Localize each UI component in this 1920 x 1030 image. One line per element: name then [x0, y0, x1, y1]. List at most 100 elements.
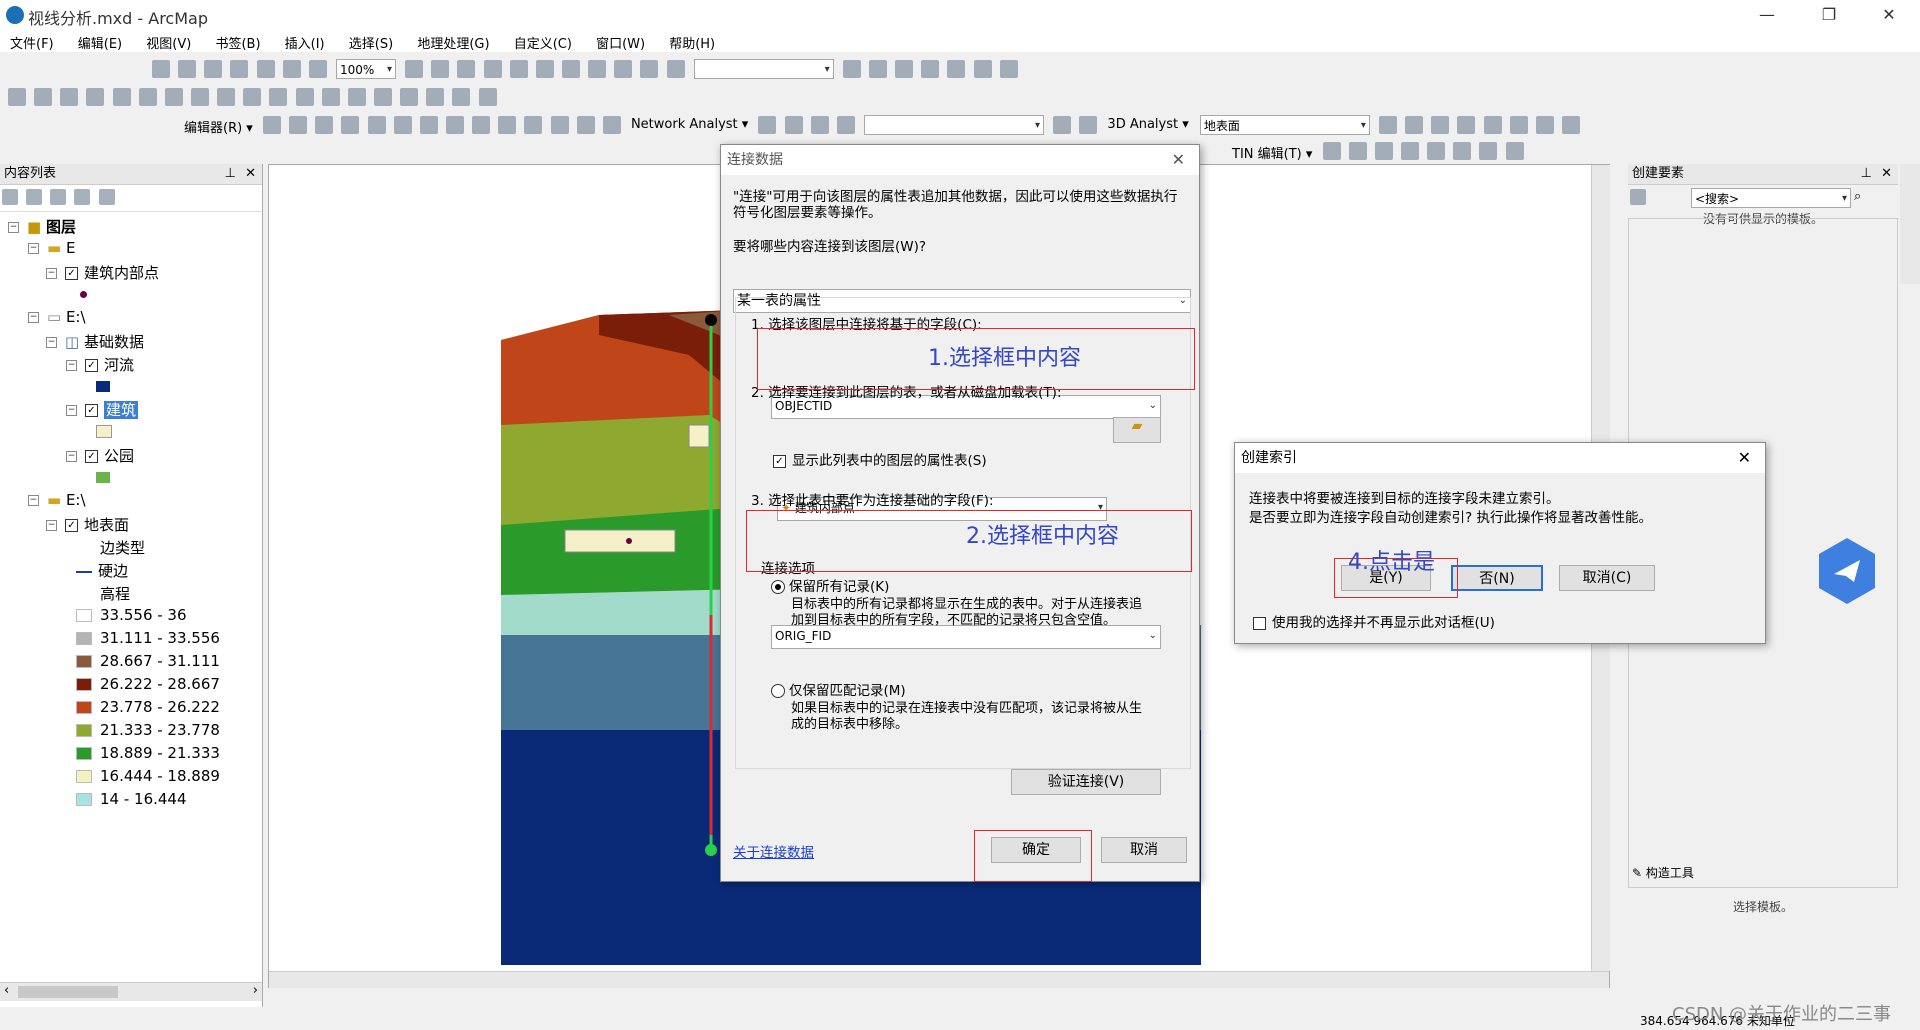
toc-group-e2[interactable]: − ▭ E:\ [28, 308, 86, 326]
zoom-combo[interactable]: 100% ▾ [335, 59, 396, 79]
about-joining-link[interactable]: 关于连接数据 [733, 841, 814, 861]
dont-show-again-checkbox[interactable] [1253, 616, 1266, 630]
collapse-icon[interactable]: − [66, 360, 77, 371]
scroll-left-icon[interactable]: ‹ [4, 983, 9, 998]
toc-group-e[interactable]: − ▬ E [28, 239, 75, 257]
sketch-properties-icon[interactable] [576, 116, 595, 134]
edit-annotation-icon[interactable] [289, 116, 308, 134]
visibility-checkbox[interactable]: ✓ [65, 519, 78, 532]
close-icon[interactable]: ✕ [1172, 145, 1185, 175]
menu-bookmarks[interactable]: 书签(B) [205, 30, 270, 52]
delete-icon[interactable] [588, 60, 607, 78]
search-window-icon[interactable] [921, 60, 940, 78]
directions-icon[interactable] [1079, 116, 1098, 134]
tin-move-node-icon[interactable] [1400, 142, 1419, 160]
model-builder-icon[interactable] [999, 60, 1018, 78]
layout-icon[interactable] [152, 60, 170, 78]
select-elements-icon[interactable] [269, 88, 288, 106]
straight-segment-icon[interactable] [315, 116, 334, 134]
menu-edit[interactable]: 编辑(E) [68, 30, 132, 52]
options-icon[interactable] [98, 189, 115, 205]
toc-layers-root[interactable]: − ■ 图层 [8, 216, 76, 237]
tin-edit-menu[interactable]: TIN 编辑(T) ▾ [1232, 143, 1312, 162]
editor-menu[interactable]: 编辑器(R) ▾ [184, 117, 253, 136]
edit-vertices-icon[interactable] [419, 116, 438, 134]
layout-next-icon[interactable] [308, 60, 327, 78]
tin-add-line-icon[interactable] [1348, 142, 1367, 160]
tin-add-node-icon[interactable] [1322, 142, 1341, 160]
keep-matching-radio[interactable] [771, 684, 785, 698]
network-select-icon[interactable] [810, 116, 829, 134]
list-by-visibility-icon[interactable] [50, 189, 67, 205]
dont-show-again-option[interactable]: 使用我的选择并不再显示此对话框(U) [1253, 611, 1495, 631]
endpoint-arc-icon[interactable] [341, 116, 360, 134]
list-by-drawing-order-icon[interactable] [2, 189, 18, 205]
goto-xy-icon[interactable] [452, 88, 471, 106]
tin-swap-edge-icon[interactable] [1427, 142, 1446, 160]
build-network-icon[interactable] [1053, 116, 1072, 134]
surface-layer-combo[interactable]: 地表面 ▾ [1199, 115, 1370, 135]
index-cancel-button[interactable]: 取消(C) [1559, 565, 1655, 591]
interpolate-line-icon[interactable] [1457, 116, 1476, 134]
validate-join-button[interactable]: 验证连接(V) [1011, 769, 1161, 795]
show-attribute-tables-checkbox[interactable]: ✓ [773, 454, 786, 468]
html-popup-icon[interactable] [347, 88, 366, 106]
fixed-zoom-out-icon[interactable] [138, 88, 157, 106]
collapse-icon[interactable]: − [28, 495, 39, 506]
point-icon[interactable] [393, 116, 412, 134]
fixed-zoom-in-icon[interactable] [112, 88, 131, 106]
menu-view[interactable]: 视图(V) [136, 30, 201, 52]
toc-layer-park[interactable]: − ✓ 公园 [66, 445, 134, 466]
save-icon[interactable] [457, 60, 476, 78]
keep-all-radio[interactable] [771, 580, 785, 594]
tin-delete-node-icon[interactable] [1374, 142, 1393, 160]
cut-icon[interactable] [509, 60, 528, 78]
toc-layer-inner-points[interactable]: − ✓ 建筑内部点 [46, 262, 159, 283]
find-route-icon[interactable] [426, 88, 445, 106]
collapse-icon[interactable]: − [28, 312, 39, 323]
toc-layer-building[interactable]: − ✓ 建筑 [66, 399, 139, 420]
split-icon[interactable] [498, 116, 517, 134]
arcglobe-icon[interactable] [1562, 116, 1581, 134]
identify-icon[interactable] [295, 88, 314, 106]
zoom-in-icon[interactable] [8, 88, 26, 106]
full-extent-icon[interactable] [86, 88, 105, 106]
toc-window-icon[interactable] [868, 60, 887, 78]
menu-file[interactable]: 文件(F) [0, 30, 64, 52]
trace-icon[interactable] [367, 116, 386, 134]
print-icon[interactable] [483, 60, 502, 78]
minimize-button[interactable]: — [1744, 2, 1790, 28]
network-analyst-menu[interactable]: Network Analyst ▾ [631, 117, 748, 132]
layout-zoom-in-icon[interactable] [178, 60, 197, 78]
create-features-icon[interactable] [602, 116, 621, 134]
tin-node-tag-icon[interactable] [1479, 142, 1498, 160]
paste-icon[interactable] [561, 60, 580, 78]
select-features-icon[interactable] [217, 88, 236, 106]
pan-icon[interactable] [60, 88, 79, 106]
layout-pan-icon[interactable] [230, 60, 249, 78]
close-button[interactable]: ✕ [1866, 2, 1912, 28]
hyperlink-icon[interactable] [321, 88, 340, 106]
collapse-icon[interactable]: − [46, 337, 57, 348]
collapse-icon[interactable]: − [66, 451, 77, 462]
menu-selection[interactable]: 选择(S) [339, 30, 403, 52]
menu-help[interactable]: 帮助(H) [659, 30, 725, 52]
pin-icon[interactable]: ⊥ [1861, 164, 1872, 184]
close-icon[interactable]: ✕ [245, 164, 256, 184]
network-window-icon[interactable] [758, 116, 777, 134]
network-solve-icon[interactable] [836, 116, 855, 134]
profile-graph-icon[interactable] [1483, 116, 1502, 134]
tin-area-icon[interactable] [1505, 142, 1524, 160]
side-dock-tabs[interactable] [1900, 164, 1920, 284]
interpolate-point-icon[interactable] [1509, 116, 1528, 134]
attributes-icon[interactable] [550, 116, 569, 134]
menu-insert[interactable]: 插入(I) [275, 30, 335, 52]
search-icon[interactable]: ⌕ [1854, 189, 1861, 204]
restore-button[interactable]: ❐ [1806, 2, 1852, 28]
layout-prev-icon[interactable] [282, 60, 301, 78]
list-by-source-icon[interactable] [26, 189, 43, 205]
tin-delete-edge-icon[interactable] [1453, 142, 1472, 160]
network-location-icon[interactable] [784, 116, 803, 134]
forward-icon[interactable] [190, 88, 209, 106]
pin-icon[interactable]: ⊥ [225, 164, 236, 184]
